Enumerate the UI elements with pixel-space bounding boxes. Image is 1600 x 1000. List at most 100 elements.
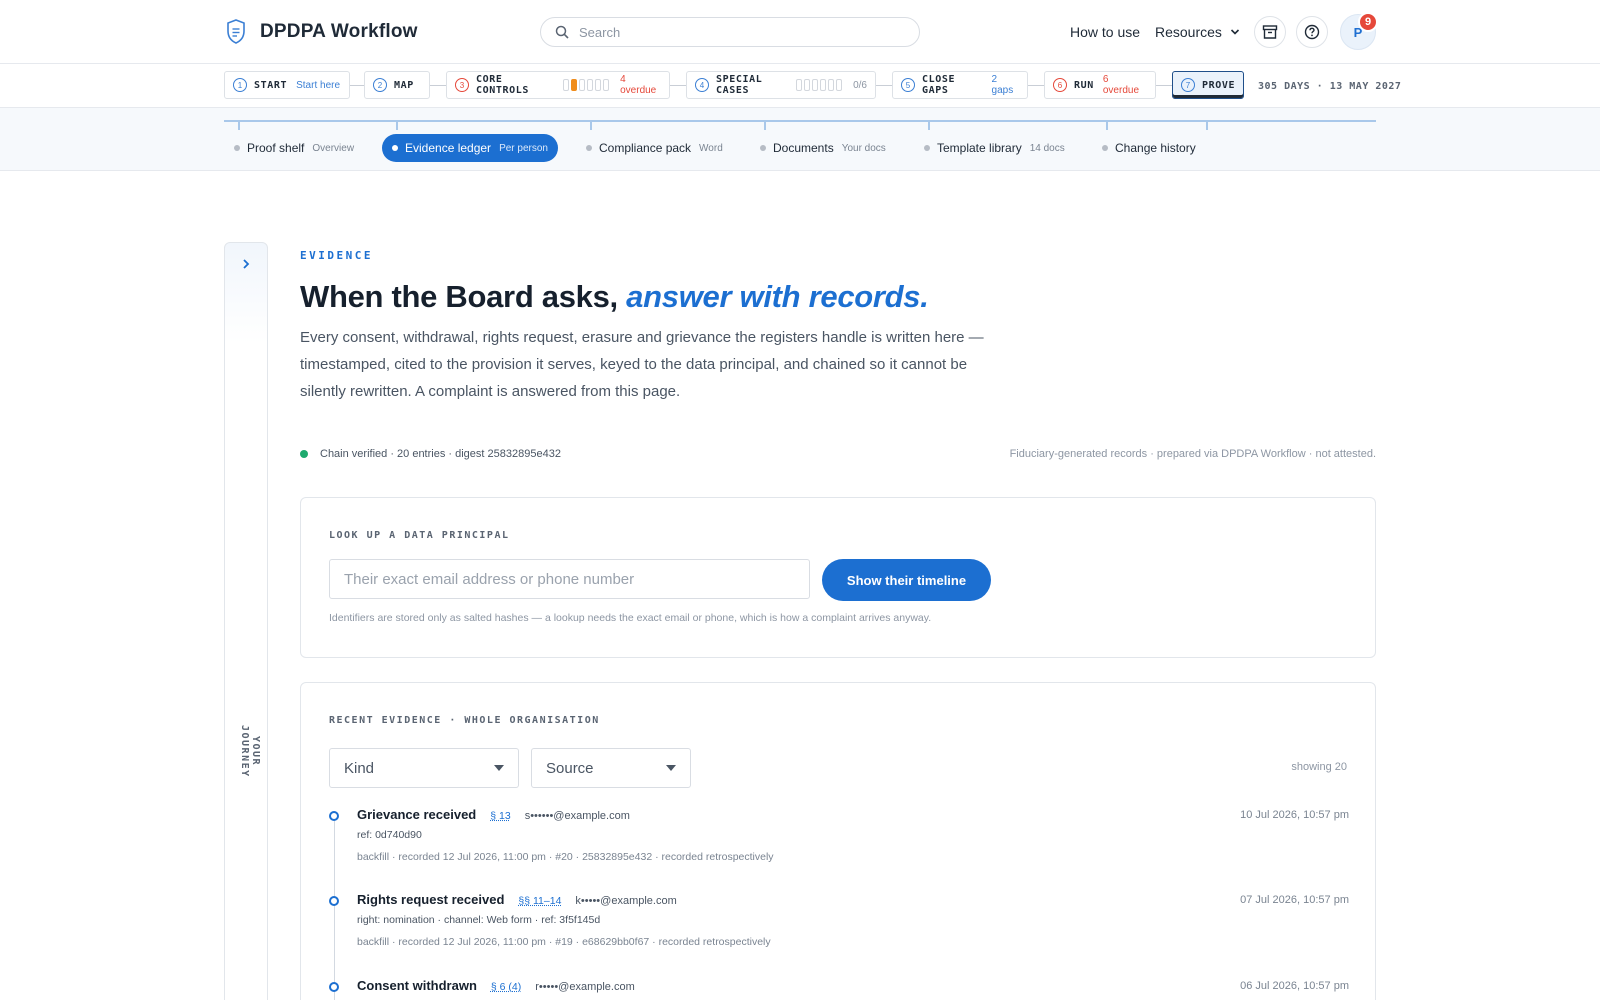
- resources-menu[interactable]: Resources: [1155, 24, 1240, 40]
- subtab-label: Template library: [937, 141, 1022, 155]
- subtab-hint: Your docs: [842, 143, 886, 154]
- subtab-dot: [586, 145, 592, 151]
- entry-detail: right: nomination · channel: Web form · …: [357, 914, 600, 926]
- step-connector: [430, 85, 446, 86]
- evidence-entry[interactable]: Rights request received §§ 11–14 k•••••@…: [329, 892, 1349, 962]
- subtab-dot: [234, 145, 240, 151]
- chevron-right-icon[interactable]: [239, 257, 253, 271]
- source-filter-select[interactable]: Source: [531, 748, 691, 788]
- provision-citation-link[interactable]: §§ 11–14: [518, 895, 561, 907]
- step-run[interactable]: 6 RUN 6 overdue: [1044, 71, 1156, 99]
- entries-count: showing 20: [1291, 761, 1347, 773]
- evidence-entry[interactable]: Consent withdrawn § 6 (4) r•••••@example…: [329, 978, 1349, 1000]
- subtab-documents[interactable]: Documents Your docs: [750, 134, 896, 162]
- progress-segment: [595, 79, 601, 91]
- search-input[interactable]: [579, 25, 899, 40]
- subtab-label: Evidence ledger: [405, 141, 491, 155]
- subnav-tick: [928, 120, 930, 130]
- kind-filter-select[interactable]: Kind: [329, 748, 519, 788]
- chain-status: Chain verified · 20 entries · digest 258…: [300, 448, 561, 460]
- step-map[interactable]: 2 MAP: [364, 71, 430, 99]
- how-to-use-link[interactable]: How to use: [1070, 24, 1140, 40]
- step-meta: 6 overdue: [1103, 74, 1147, 96]
- step-core-controls[interactable]: 3 CORE CONTROLS 4 overdue: [446, 71, 670, 99]
- step-number: 7: [1181, 78, 1195, 92]
- step-number: 5: [901, 78, 915, 92]
- archive-button[interactable]: [1254, 16, 1286, 48]
- section-eyebrow: EVIDENCE: [300, 249, 373, 262]
- subtab-proof-shelf[interactable]: Proof shelf Overview: [224, 134, 364, 162]
- archive-icon: [1262, 24, 1278, 40]
- subtab-dot: [1102, 145, 1108, 151]
- step-connector: [670, 85, 686, 86]
- show-timeline-button[interactable]: Show their timeline: [822, 559, 991, 601]
- entry-detail: ref: 0d740d90: [357, 829, 422, 841]
- entry-timestamp: 06 Jul 2026, 10:57 pm: [1240, 980, 1349, 992]
- progress-segment: [804, 79, 810, 91]
- progress-segment: [603, 79, 609, 91]
- headline-emphasis: answer with records.: [626, 279, 928, 314]
- source-filter-label: Source: [546, 760, 594, 777]
- principal-lookup-input[interactable]: [329, 559, 810, 599]
- progress-segment: [579, 79, 585, 91]
- step-close-gaps[interactable]: 5 CLOSE GAPS 2 gaps: [892, 71, 1028, 99]
- subtab-hint: Overview: [312, 143, 354, 154]
- step-label: CORE CONTROLS: [476, 74, 555, 96]
- entry-meta: backfill · recorded 12 Jul 2026, 11:00 p…: [357, 851, 774, 863]
- step-meta: 2 gaps: [992, 74, 1019, 96]
- app-title: DPDPA Workflow: [260, 21, 418, 43]
- entry-header: Rights request received §§ 11–14 k•••••@…: [357, 892, 677, 907]
- subnav-tick: [1206, 120, 1208, 130]
- kind-filter-label: Kind: [344, 760, 374, 777]
- lookup-title: LOOK UP A DATA PRINCIPAL: [329, 530, 510, 541]
- step-label: RUN: [1074, 80, 1094, 91]
- subtab-hint: Per person: [499, 143, 548, 154]
- entry-header: Grievance received § 13 s••••••@example.…: [357, 807, 630, 822]
- deadline-countdown: 305 DAYS · 13 MAY 2027: [1258, 81, 1401, 92]
- progress-segment: [836, 79, 842, 91]
- subtab-hint: Word: [699, 143, 723, 154]
- principal-identifier: s••••••@example.com: [525, 810, 630, 822]
- step-meta: 4 overdue: [620, 74, 661, 96]
- step-number: 6: [1053, 78, 1067, 92]
- entry-timestamp: 10 Jul 2026, 10:57 pm: [1240, 809, 1349, 821]
- provision-citation-link[interactable]: § 13: [490, 810, 510, 822]
- provision-citation-link[interactable]: § 6 (4): [491, 981, 521, 993]
- step-connector: [350, 85, 364, 86]
- evidence-entry[interactable]: Grievance received § 13 s••••••@example.…: [329, 807, 1349, 877]
- help-button[interactable]: [1296, 16, 1328, 48]
- subnav-tick: [396, 120, 398, 130]
- entry-header: Consent withdrawn § 6 (4) r•••••@example…: [357, 978, 635, 993]
- step-number: 4: [695, 78, 709, 92]
- step-connector: [1156, 85, 1172, 86]
- subnav-tick: [590, 120, 592, 130]
- step-special-cases[interactable]: 4 SPECIAL CASES 0/6: [686, 71, 876, 99]
- caret-down-icon: [666, 765, 676, 771]
- progress-segment: [587, 79, 593, 91]
- subtab-evidence-ledger[interactable]: Evidence ledger Per person: [382, 134, 558, 162]
- step-prove[interactable]: 7 PROVE: [1172, 71, 1244, 99]
- subtab-template-library[interactable]: Template library 14 docs: [914, 134, 1075, 162]
- search-box[interactable]: [540, 17, 920, 47]
- entry-title: Consent withdrawn: [357, 978, 477, 993]
- resources-label: Resources: [1155, 24, 1222, 40]
- subtab-label: Change history: [1115, 141, 1196, 155]
- chain-status-text: Chain verified · 20 entries · digest 258…: [320, 448, 561, 460]
- principal-identifier: k•••••@example.com: [575, 895, 676, 907]
- subtab-label: Documents: [773, 141, 834, 155]
- timeline-dot: [329, 982, 339, 992]
- progress-segment: [820, 79, 826, 91]
- subnav-tick: [238, 120, 240, 130]
- brand[interactable]: DPDPA Workflow: [226, 19, 418, 45]
- journey-rail: YOUR JOURNEY: [224, 242, 268, 1000]
- subtab-compliance-pack[interactable]: Compliance pack Word: [576, 134, 733, 162]
- lookup-card: LOOK UP A DATA PRINCIPAL Show their time…: [300, 497, 1376, 658]
- subtab-dot: [392, 145, 398, 151]
- subnav-tick: [1106, 120, 1108, 130]
- step-start[interactable]: 1 START Start here: [224, 71, 350, 99]
- step-meta: 0/6: [853, 80, 867, 91]
- step-connector: [1028, 85, 1044, 86]
- subtab-change-history[interactable]: Change history: [1092, 134, 1206, 162]
- subtab-label: Compliance pack: [599, 141, 691, 155]
- notification-badge: 9: [1358, 12, 1378, 32]
